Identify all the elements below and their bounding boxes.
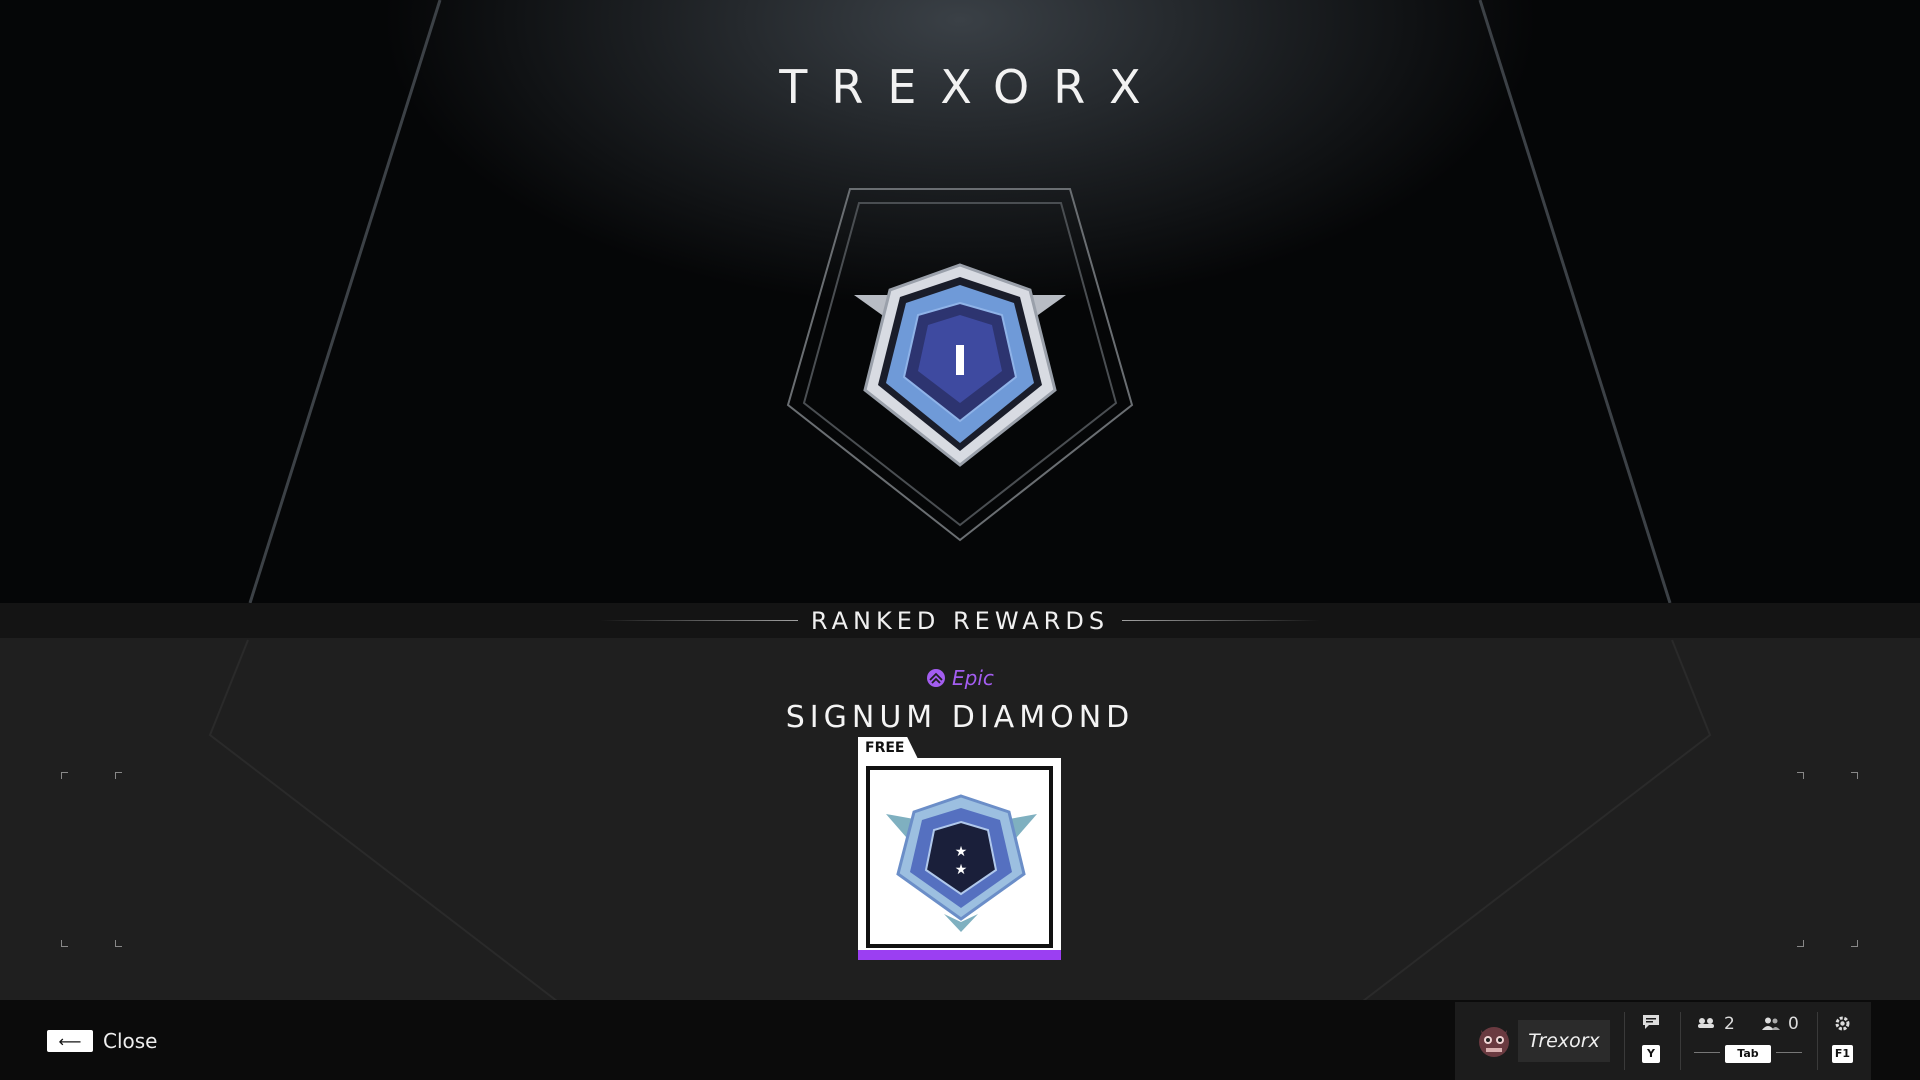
player-name-title: TREXORX (779, 60, 1165, 114)
rank-emblem-icon (786, 188, 1134, 542)
svg-text:★: ★ (955, 844, 968, 860)
close-button[interactable]: ⟵ Close (47, 1029, 157, 1053)
username-display[interactable]: Trexorx (1518, 1020, 1610, 1062)
divider (1817, 1012, 1818, 1070)
divider (1680, 1012, 1681, 1070)
corner-mark (1797, 772, 1804, 779)
party-icon[interactable] (1697, 1017, 1715, 1029)
corner-mark (1797, 940, 1804, 947)
close-label: Close (103, 1029, 158, 1053)
corner-mark (61, 940, 68, 947)
section-title: RANKED REWARDS (810, 607, 1110, 635)
avatar[interactable] (1475, 1020, 1513, 1060)
rarity-bar (858, 950, 1061, 960)
friends-icon[interactable] (1762, 1017, 1780, 1030)
settings-key: F1 (1832, 1045, 1853, 1063)
party-count: 2 (1724, 1014, 1735, 1034)
chat-icon[interactable] (1642, 1014, 1660, 1030)
signum-diamond-icon: ★ ★ (886, 794, 1037, 932)
reward-card-inner: ★ ★ (866, 766, 1053, 948)
corner-mark (1851, 940, 1858, 947)
reward-item-name: SIGNUM DIAMOND (785, 700, 1135, 735)
svg-text:★: ★ (955, 862, 968, 878)
corner-mark (61, 772, 68, 779)
friends-count: 0 (1788, 1014, 1799, 1034)
social-tab-key: Tab (1725, 1045, 1771, 1063)
rarity-label: Epic (0, 666, 1920, 690)
corner-mark (115, 772, 122, 779)
tab-bracket-left (1694, 1052, 1720, 1053)
corner-mark (115, 940, 122, 947)
chat-key: Y (1642, 1045, 1660, 1063)
gear-icon[interactable] (1834, 1015, 1851, 1032)
epic-rarity-icon (927, 669, 946, 687)
corner-mark (1851, 772, 1858, 779)
arrow-left-icon: ⟵ (47, 1030, 93, 1052)
divider (1624, 1012, 1625, 1070)
rarity-text: Epic (952, 666, 994, 690)
tab-bracket-right (1776, 1052, 1802, 1053)
reward-card[interactable]: ★ ★ (858, 758, 1061, 960)
